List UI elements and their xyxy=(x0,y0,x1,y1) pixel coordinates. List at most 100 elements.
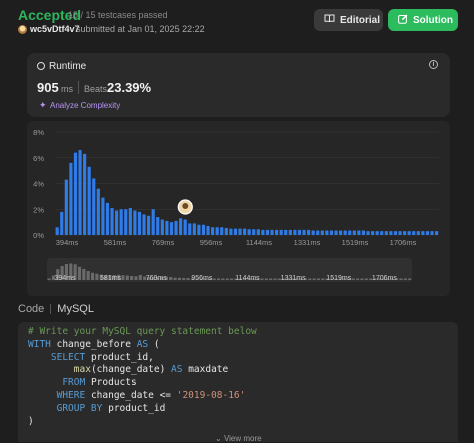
x-tick-label: 956ms xyxy=(200,238,223,247)
bar xyxy=(179,218,183,235)
bar xyxy=(192,223,196,235)
bar xyxy=(206,225,210,235)
bar xyxy=(165,220,169,235)
bar xyxy=(375,231,379,235)
navigator-bar xyxy=(212,278,216,280)
bar xyxy=(398,231,402,235)
y-tick-label: 2% xyxy=(33,205,44,214)
solution-button[interactable]: Solution xyxy=(388,9,458,31)
navigator-bar xyxy=(360,278,364,280)
navigator-bar xyxy=(316,278,321,280)
code-token: change_before xyxy=(56,338,137,350)
beats-value: 23.39% xyxy=(107,80,152,95)
navigator-bar xyxy=(312,278,316,280)
bar xyxy=(220,227,224,235)
info-icon[interactable]: i xyxy=(429,60,438,69)
bar xyxy=(55,227,59,235)
book-icon xyxy=(324,14,335,26)
navigator-bar xyxy=(77,266,82,280)
bar xyxy=(380,231,384,235)
navigator-bar xyxy=(221,278,225,280)
testcases-count: 15 / 15 testcases passed xyxy=(68,10,168,20)
bar xyxy=(307,229,311,235)
code-token: AS xyxy=(171,364,189,376)
navigator-bar xyxy=(408,278,412,280)
bar xyxy=(403,231,407,235)
bar xyxy=(96,188,100,235)
bar xyxy=(119,209,123,235)
code-token: Products xyxy=(90,377,137,389)
bar xyxy=(334,230,338,235)
navigator-bar xyxy=(177,277,182,280)
divider xyxy=(78,81,79,94)
bar xyxy=(352,230,356,235)
bar xyxy=(73,152,78,235)
runtime-label: Runtime xyxy=(49,61,87,72)
code-token: '2019-08-16' xyxy=(176,390,246,401)
code-token: GROUP BY xyxy=(56,402,109,414)
analyze-complexity-link[interactable]: Analyze Complexity xyxy=(50,101,120,110)
code-label: Code xyxy=(18,303,45,315)
bar xyxy=(169,222,174,235)
clock-icon xyxy=(37,62,45,70)
code-line: FROM Products xyxy=(28,377,137,389)
bar xyxy=(174,220,178,235)
navigator-bar xyxy=(90,272,95,280)
bar xyxy=(357,230,361,235)
code-token: product_id, xyxy=(90,351,154,363)
navigator-tick-label: 1144ms xyxy=(235,275,260,282)
navigator-bar xyxy=(351,278,355,280)
edit-icon xyxy=(398,14,408,27)
code-line: GROUP BY product_id xyxy=(28,402,166,414)
y-tick-label: 0% xyxy=(33,231,44,240)
bar xyxy=(361,230,366,235)
sparkle-icon: ✦ xyxy=(39,100,47,110)
navigator-bar xyxy=(403,278,407,280)
navigator-bar xyxy=(186,278,190,280)
username-link[interactable]: wc5vDtf4v7 xyxy=(30,24,80,34)
runtime-chart[interactable]: 8% 6% 4% 2% 0% 394ms 581ms 769ms 956ms 1144ms 1331… xyxy=(27,121,450,296)
bar xyxy=(421,231,425,235)
bar xyxy=(60,211,64,235)
code-token: # Write your MySQL query statement below xyxy=(28,326,257,337)
editorial-button[interactable]: Editorial xyxy=(314,9,383,31)
bar xyxy=(412,231,416,235)
navigator-bar xyxy=(216,278,221,280)
bar xyxy=(142,214,146,235)
y-tick-label: 8% xyxy=(33,128,44,137)
beats-label: Beats xyxy=(84,84,108,94)
navigator-bar xyxy=(121,275,125,280)
navigator-bar xyxy=(269,278,273,280)
code-token: WITH xyxy=(28,338,57,350)
bar xyxy=(302,229,306,235)
avatar[interactable] xyxy=(18,25,27,34)
code-token: ( xyxy=(148,338,160,350)
bar xyxy=(284,229,288,235)
bar xyxy=(197,224,201,235)
bar xyxy=(320,230,324,235)
bar xyxy=(407,231,411,235)
bar xyxy=(133,210,137,235)
bar xyxy=(211,227,215,235)
bar xyxy=(201,224,206,235)
bar xyxy=(160,219,164,235)
bar xyxy=(311,230,315,235)
bar xyxy=(435,231,439,235)
navigator-bar xyxy=(182,278,186,280)
navigator-bar xyxy=(95,273,99,280)
code-line: WITH change_before AS ( xyxy=(28,339,160,350)
navigator-bar xyxy=(138,275,142,280)
navigator-tick-label: 581ms xyxy=(100,275,122,282)
code-line: # Write your MySQL query statement below xyxy=(28,326,257,337)
bar xyxy=(215,227,219,235)
navigator-tick-label: 1519ms xyxy=(326,275,351,282)
bar xyxy=(416,231,420,235)
bar xyxy=(229,228,233,235)
navigator-bar xyxy=(321,278,325,280)
language-label: MySQL xyxy=(57,303,94,315)
bar xyxy=(389,231,393,235)
